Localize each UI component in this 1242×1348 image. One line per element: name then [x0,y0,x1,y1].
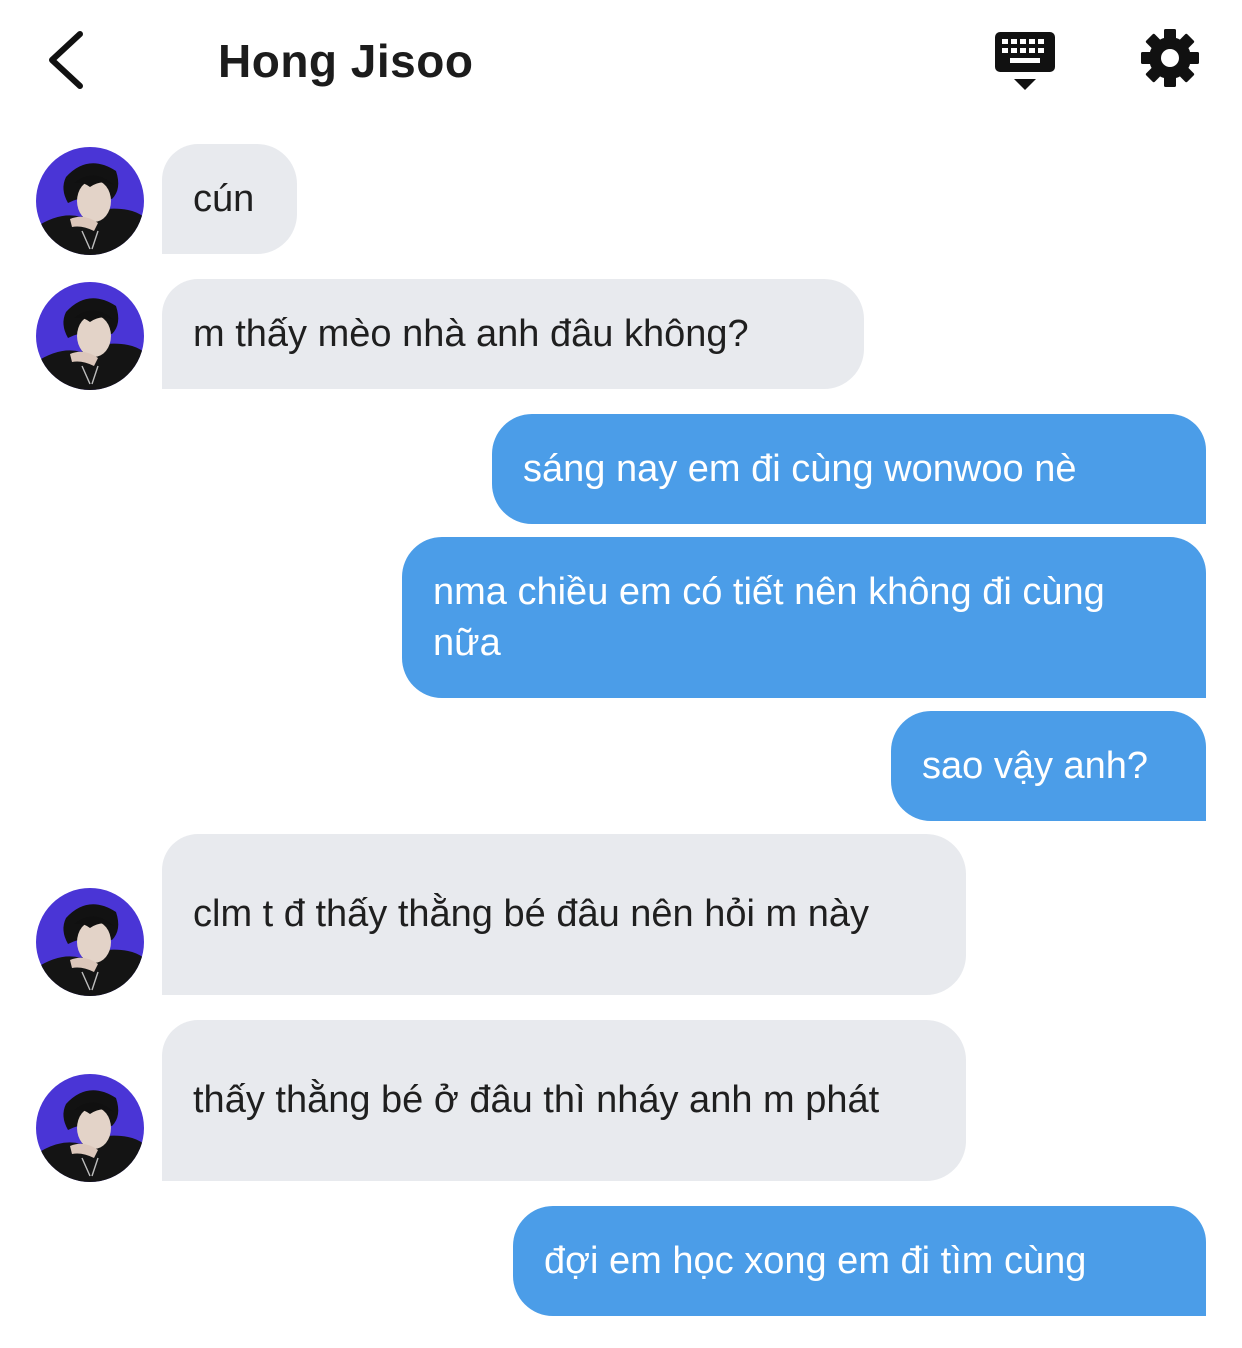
message-text: nma chiều em có tiết nên không đi cùng n… [433,570,1105,664]
keyboard-button[interactable] [992,28,1058,94]
incoming-message-bubble[interactable]: m thấy mèo nhà anh đâu không? [162,279,864,389]
outgoing-message-bubble[interactable]: nma chiều em có tiết nên không đi cùng n… [402,537,1206,698]
contact-avatar[interactable] [36,888,144,996]
avatar-image [36,282,144,390]
avatar-image [36,1074,144,1182]
message-text: thấy thằng bé ở đâu thì nháy anh m phát [193,1079,880,1121]
outgoing-message-bubble[interactable]: sáng nay em đi cùng wonwoo nè [492,414,1206,524]
contact-name: Hong Jisoo [218,35,474,87]
outgoing-message-bubble[interactable]: đợi em học xong em đi tìm cùng [513,1206,1206,1316]
contact-avatar[interactable] [36,147,144,255]
back-button[interactable] [40,28,100,92]
keyboard-icon [995,32,1055,90]
message-text: clm t đ thấy thằng bé đâu nên hỏi m này [193,893,869,935]
avatar-image [36,147,144,255]
avatar-image [36,888,144,996]
message-text: cún [193,177,255,220]
outgoing-message-bubble[interactable]: sao vậy anh? [891,711,1206,821]
incoming-message-bubble[interactable]: cún [162,144,297,254]
message-text: sáng nay em đi cùng wonwoo nè [523,447,1077,490]
back-chevron-icon [49,31,83,89]
incoming-message-bubble[interactable]: clm t đ thấy thằng bé đâu nên hỏi m này [162,834,966,995]
gear-icon [1141,29,1199,87]
contact-avatar[interactable] [36,1074,144,1182]
message-text: đợi em học xong em đi tìm cùng [544,1239,1087,1282]
incoming-message-bubble[interactable]: thấy thằng bé ở đâu thì nháy anh m phát [162,1020,966,1181]
message-text: sao vậy anh? [922,744,1149,787]
settings-button[interactable] [1138,26,1202,90]
chat-header: Hong Jisoo [0,0,1242,120]
contact-avatar[interactable] [36,282,144,390]
message-text: m thấy mèo nhà anh đâu không? [193,312,749,355]
